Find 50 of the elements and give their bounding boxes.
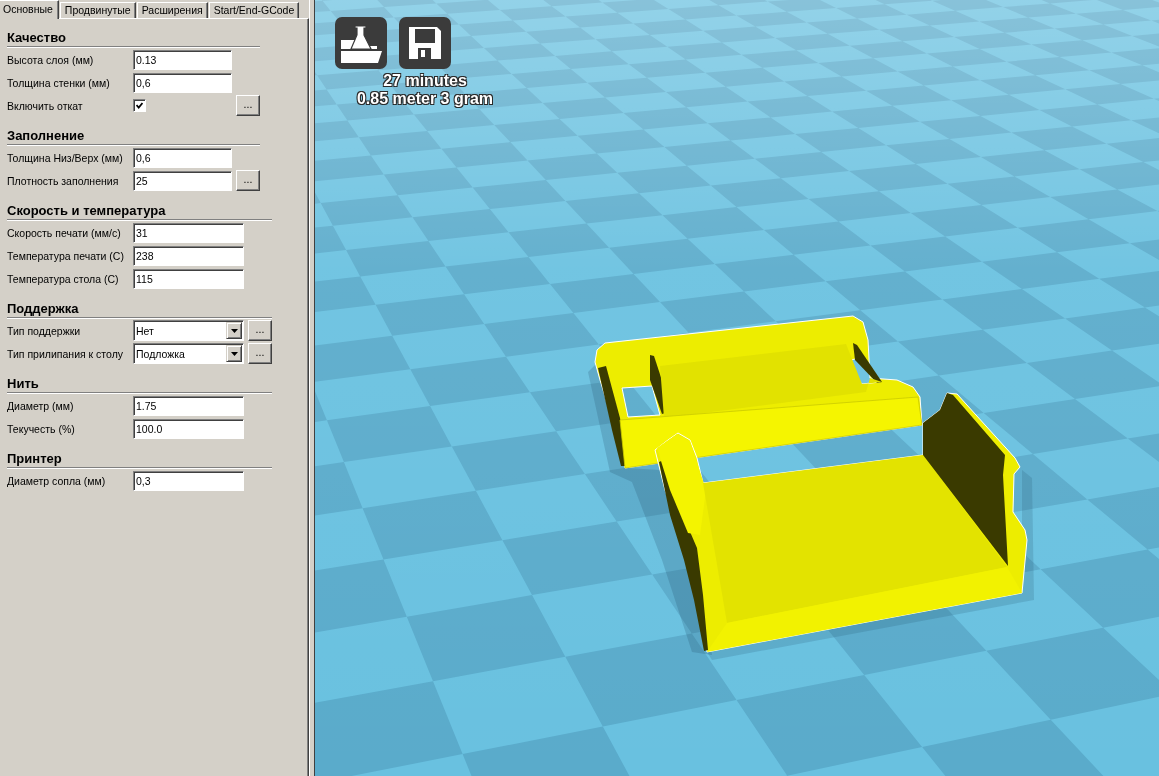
- field-label: Скорость печати (мм/с): [7, 226, 122, 239]
- tab[interactable]: Start/End-GCode: [208, 2, 300, 18]
- text-field[interactable]: 100.0: [133, 418, 244, 439]
- print-material-text: 0.85 meter 3 gram: [356, 90, 494, 108]
- triangle-down-icon: [230, 328, 238, 333]
- field-label: Текучесть (%): [7, 422, 76, 435]
- checkbox[interactable]: [133, 99, 146, 112]
- print-time-text: 27 minutes: [383, 72, 467, 90]
- tab[interactable]: Основные: [0, 0, 59, 19]
- dropdown-field[interactable]: Нет: [133, 320, 244, 341]
- text-field[interactable]: 0,6: [133, 147, 232, 168]
- field-label: Диаметр сопла (мм): [7, 474, 107, 487]
- dropdown-button[interactable]: [226, 345, 242, 362]
- more-button[interactable]: ...: [236, 170, 260, 191]
- field-label: Тип поддержки: [7, 324, 82, 337]
- field-label: Температура печати (С): [7, 249, 125, 262]
- section-heading: Нить: [7, 375, 39, 391]
- field-label: Диаметр (мм): [7, 399, 75, 412]
- text-field[interactable]: 1.75: [133, 395, 244, 416]
- field-label: Температура стола (С): [7, 272, 120, 285]
- section-heading: Качество: [7, 29, 66, 45]
- tab[interactable]: Продвинутые: [59, 2, 136, 18]
- tab[interactable]: Расширения: [136, 2, 208, 18]
- triangle-down-icon: [230, 351, 238, 356]
- section-heading: Скорость и температура: [7, 202, 166, 218]
- folder-flask-icon: [339, 24, 383, 64]
- dropdown-field[interactable]: Подложка: [133, 343, 244, 364]
- text-field[interactable]: 115: [133, 268, 244, 289]
- more-button[interactable]: ...: [248, 320, 272, 341]
- section-heading: Принтер: [7, 450, 62, 466]
- text-field[interactable]: 0.13: [133, 49, 232, 70]
- checkmark-icon: [136, 102, 143, 109]
- more-button[interactable]: ...: [248, 343, 272, 364]
- field-label: Высота слоя (мм): [7, 53, 95, 66]
- field-label: Тип прилипания к столу: [7, 347, 125, 360]
- section-heading: Поддержка: [7, 300, 79, 316]
- dropdown-button[interactable]: [226, 322, 242, 339]
- more-button[interactable]: ...: [236, 95, 260, 116]
- field-label: Толщина Низ/Верх (мм): [7, 151, 124, 164]
- text-field[interactable]: 31: [133, 222, 244, 243]
- text-field[interactable]: 0,6: [133, 72, 232, 93]
- text-field[interactable]: 238: [133, 245, 244, 266]
- text-field[interactable]: 0,3: [133, 470, 244, 491]
- field-label: Толщина стенки (мм): [7, 76, 111, 89]
- text-field[interactable]: 25: [133, 170, 232, 191]
- field-label: Плотность заполнения: [7, 174, 120, 187]
- field-label: Включить откат: [7, 99, 84, 112]
- section-heading: Заполнение: [7, 127, 85, 143]
- save-button[interactable]: [399, 17, 451, 69]
- load-button[interactable]: [335, 17, 387, 69]
